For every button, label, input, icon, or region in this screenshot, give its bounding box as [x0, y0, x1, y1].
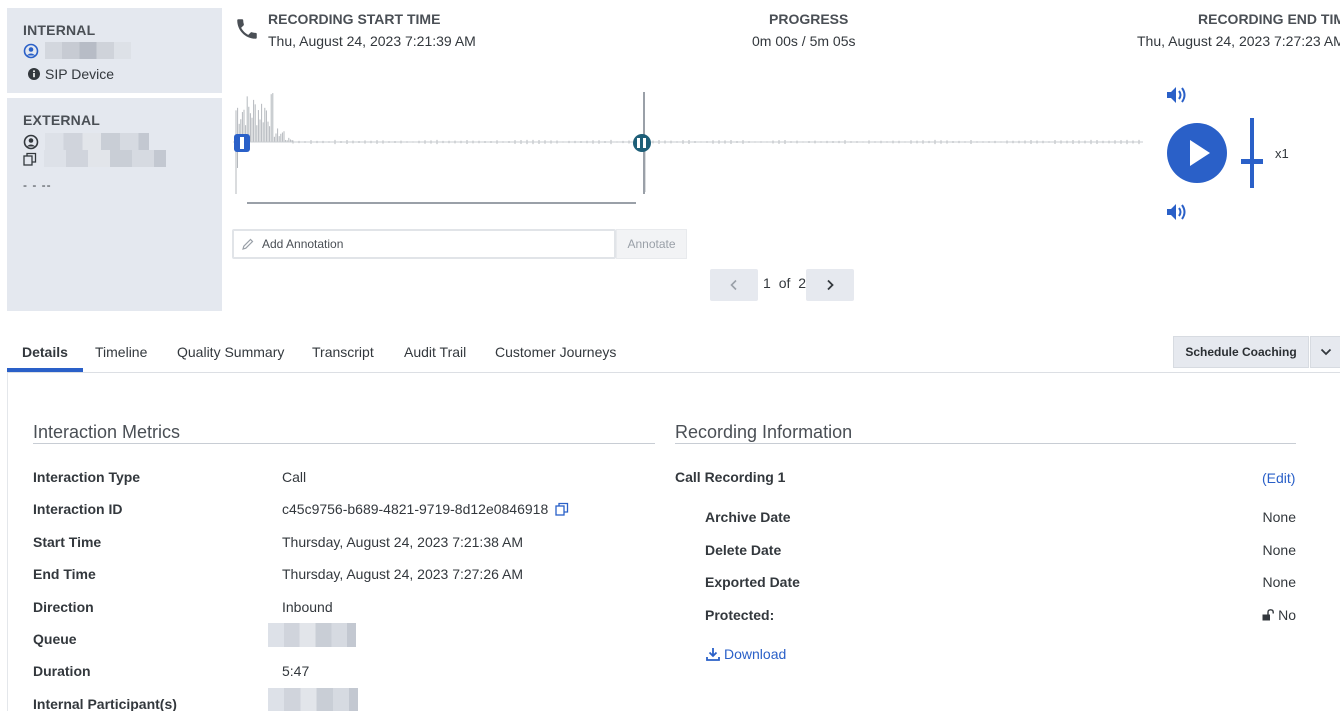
internal-title: INTERNAL	[23, 22, 96, 38]
pencil-icon	[242, 238, 254, 250]
tab-customer-journeys[interactable]: Customer Journeys	[495, 344, 616, 360]
internal-user-row	[23, 42, 131, 59]
recording-start-value: Thu, August 24, 2023 7:21:39 AM	[268, 33, 476, 49]
interaction-metrics-divider	[33, 443, 655, 444]
user-circle-icon	[23, 134, 39, 149]
chevron-right-icon	[827, 279, 834, 291]
schedule-coaching-dropdown[interactable]	[1310, 336, 1340, 368]
rec-label-protected: Protected:	[705, 607, 775, 623]
copy-icon[interactable]	[23, 152, 37, 166]
tab-quality-summary[interactable]: Quality Summary	[177, 344, 284, 360]
copy-icon[interactable]	[555, 502, 569, 516]
tab-timeline[interactable]: Timeline	[95, 344, 147, 360]
annotate-button[interactable]: Annotate	[616, 229, 687, 259]
external-user-row	[23, 133, 149, 150]
schedule-coaching-button[interactable]: Schedule Coaching	[1173, 336, 1309, 368]
metric-label-end-time: End Time	[33, 566, 96, 582]
waveform-bars	[235, 93, 1140, 194]
content-frame-border	[7, 373, 8, 711]
metric-value-start-time: Thursday, August 24, 2023 7:21:38 AM	[282, 534, 524, 550]
metric-value-direction: Inbound	[282, 599, 333, 615]
metric-value-internal-participants-redacted	[268, 688, 358, 711]
metric-label-duration: Duration	[33, 663, 91, 679]
user-circle-icon	[23, 43, 39, 58]
rec-value-archive-date: None	[1262, 509, 1296, 525]
recording-information-divider	[675, 443, 1296, 444]
annotation-input[interactable]	[262, 237, 592, 251]
pager-current: 1	[763, 275, 771, 291]
volume-icon-bottom[interactable]	[1165, 201, 1189, 223]
play-button[interactable]	[1167, 123, 1227, 183]
external-title: EXTERNAL	[23, 112, 101, 128]
recording-start-label: RECORDING START TIME	[268, 11, 441, 27]
active-tab-indicator	[7, 368, 83, 372]
playhead-end-handle[interactable]	[633, 134, 651, 152]
metric-label-internal-participants: Internal Participant(s)	[33, 696, 177, 711]
metric-value-interaction-id-row: c45c9756-b689-4821-9719-8d12e0846918	[282, 501, 569, 517]
rec-value-protected-row: No	[1262, 607, 1296, 623]
pager-of: of	[778, 275, 791, 291]
rec-value-protected: No	[1278, 607, 1296, 623]
download-label: Download	[724, 646, 787, 662]
internal-participant-panel: INTERNAL SIP Device	[7, 8, 222, 93]
external-extra-text: - - --	[23, 178, 52, 192]
phone-icon	[237, 19, 257, 39]
rec-label-exported-date: Exported Date	[705, 574, 800, 590]
playback-speed-label: x1	[1275, 146, 1289, 161]
external-phone-redacted	[44, 150, 166, 167]
metric-label-start-time: Start Time	[33, 534, 102, 550]
download-link[interactable]: Download	[706, 646, 786, 662]
recording-name: Call Recording 1	[675, 469, 786, 485]
info-icon	[28, 68, 40, 80]
progress-label: PROGRESS	[769, 11, 849, 27]
metric-label-direction: Direction	[33, 599, 94, 615]
rec-value-exported-date: None	[1262, 574, 1296, 590]
metric-value-queue-redacted	[268, 623, 356, 647]
rec-label-archive-date: Archive Date	[705, 509, 791, 525]
volume-icon-top[interactable]	[1165, 84, 1189, 106]
chevron-left-icon	[730, 279, 737, 291]
metric-value-end-time: Thursday, August 24, 2023 7:27:26 AM	[282, 566, 524, 582]
recording-end-value: Thu, August 24, 2023 7:27:23 AM	[1137, 33, 1340, 49]
metric-value-interaction-id: c45c9756-b689-4821-9719-8d12e0846918	[282, 501, 549, 517]
internal-device-row: SIP Device	[28, 66, 114, 82]
playback-speed-slider[interactable]	[1240, 118, 1264, 188]
rec-value-delete-date: None	[1262, 542, 1296, 558]
metric-label-queue: Queue	[33, 631, 77, 647]
annotation-field[interactable]	[232, 229, 616, 259]
pager-text: 1 of 2	[763, 275, 806, 291]
pager-next-button[interactable]	[806, 269, 854, 301]
pager-total: 2	[798, 275, 807, 291]
tab-details[interactable]: Details	[22, 344, 68, 360]
interaction-metrics-title: Interaction Metrics	[33, 422, 181, 442]
download-icon	[706, 648, 720, 661]
audio-waveform[interactable]	[233, 88, 1143, 208]
recording-information-title: Recording Information	[675, 422, 853, 442]
metric-label-interaction-id: Interaction ID	[33, 501, 123, 517]
external-user-name-redacted	[45, 133, 149, 150]
tab-transcript[interactable]: Transcript	[312, 344, 374, 360]
pager-prev-button[interactable]	[710, 269, 758, 301]
metric-value-interaction-type: Call	[282, 469, 307, 485]
play-icon	[1190, 140, 1210, 166]
recording-end-label: RECORDING END TIME	[1198, 11, 1340, 27]
tab-audit-trail[interactable]: Audit Trail	[404, 344, 466, 360]
internal-device-label: SIP Device	[45, 66, 114, 82]
detail-tabs: Details Timeline Quality Summary Transcr…	[7, 336, 1340, 373]
internal-user-name-redacted	[45, 42, 131, 59]
external-phone-row	[23, 150, 166, 167]
rec-label-delete-date: Delete Date	[705, 542, 782, 558]
unlock-icon	[1262, 609, 1274, 621]
edit-recording-link[interactable]: (Edit)	[1262, 470, 1295, 486]
progress-value: 0m 00s / 5m 05s	[752, 33, 856, 49]
metric-value-duration: 5:47	[282, 663, 310, 679]
external-participant-panel: EXTERNAL - - --	[7, 98, 222, 311]
chevron-down-icon	[1320, 348, 1332, 356]
playhead-start-handle[interactable]	[234, 134, 250, 152]
metric-label-interaction-type: Interaction Type	[33, 469, 141, 485]
